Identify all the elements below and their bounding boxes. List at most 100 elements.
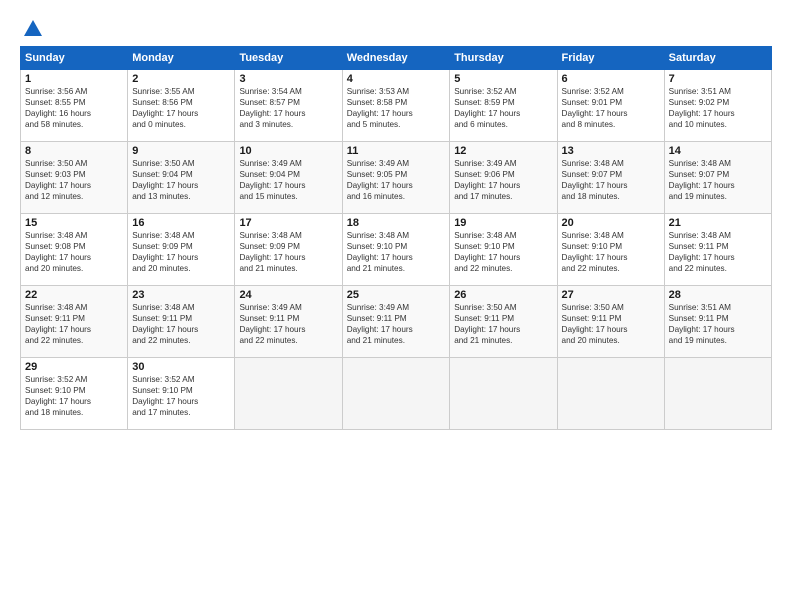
day-info: Sunrise: 3:50 AMSunset: 9:11 PMDaylight:…: [454, 302, 552, 346]
day-info: Sunrise: 3:52 AMSunset: 9:10 PMDaylight:…: [25, 374, 123, 418]
day-info: Sunrise: 3:52 AMSunset: 8:59 PMDaylight:…: [454, 86, 552, 130]
day-number: 13: [562, 145, 660, 157]
calendar-cell: 25Sunrise: 3:49 AMSunset: 9:11 PMDayligh…: [342, 286, 449, 358]
day-number: 10: [239, 145, 337, 157]
col-saturday: Saturday: [664, 47, 771, 70]
day-info: Sunrise: 3:53 AMSunset: 8:58 PMDaylight:…: [347, 86, 445, 130]
day-info: Sunrise: 3:48 AMSunset: 9:11 PMDaylight:…: [25, 302, 123, 346]
day-info: Sunrise: 3:55 AMSunset: 8:56 PMDaylight:…: [132, 86, 230, 130]
day-number: 9: [132, 145, 230, 157]
day-number: 15: [25, 217, 123, 229]
calendar-cell: 30Sunrise: 3:52 AMSunset: 9:10 PMDayligh…: [128, 358, 235, 430]
calendar-cell: 17Sunrise: 3:48 AMSunset: 9:09 PMDayligh…: [235, 214, 342, 286]
day-info: Sunrise: 3:48 AMSunset: 9:09 PMDaylight:…: [132, 230, 230, 274]
calendar-cell: [664, 358, 771, 430]
day-number: 8: [25, 145, 123, 157]
calendar-cell: 10Sunrise: 3:49 AMSunset: 9:04 PMDayligh…: [235, 142, 342, 214]
col-monday: Monday: [128, 47, 235, 70]
day-number: 6: [562, 73, 660, 85]
day-info: Sunrise: 3:48 AMSunset: 9:08 PMDaylight:…: [25, 230, 123, 274]
calendar-cell: [235, 358, 342, 430]
day-number: 22: [25, 289, 123, 301]
calendar-cell: 27Sunrise: 3:50 AMSunset: 9:11 PMDayligh…: [557, 286, 664, 358]
calendar-cell: 4Sunrise: 3:53 AMSunset: 8:58 PMDaylight…: [342, 70, 449, 142]
calendar-cell: 11Sunrise: 3:49 AMSunset: 9:05 PMDayligh…: [342, 142, 449, 214]
day-info: Sunrise: 3:50 AMSunset: 9:11 PMDaylight:…: [562, 302, 660, 346]
calendar-cell: 8Sunrise: 3:50 AMSunset: 9:03 PMDaylight…: [21, 142, 128, 214]
day-info: Sunrise: 3:49 AMSunset: 9:06 PMDaylight:…: [454, 158, 552, 202]
day-number: 14: [669, 145, 767, 157]
calendar-cell: [557, 358, 664, 430]
calendar-header-row: Sunday Monday Tuesday Wednesday Thursday…: [21, 47, 772, 70]
calendar-cell: 15Sunrise: 3:48 AMSunset: 9:08 PMDayligh…: [21, 214, 128, 286]
calendar-cell: 6Sunrise: 3:52 AMSunset: 9:01 PMDaylight…: [557, 70, 664, 142]
calendar-cell: 14Sunrise: 3:48 AMSunset: 9:07 PMDayligh…: [664, 142, 771, 214]
calendar-cell: 24Sunrise: 3:49 AMSunset: 9:11 PMDayligh…: [235, 286, 342, 358]
day-info: Sunrise: 3:54 AMSunset: 8:57 PMDaylight:…: [239, 86, 337, 130]
col-thursday: Thursday: [450, 47, 557, 70]
col-wednesday: Wednesday: [342, 47, 449, 70]
day-number: 29: [25, 361, 123, 373]
day-info: Sunrise: 3:51 AMSunset: 9:02 PMDaylight:…: [669, 86, 767, 130]
day-info: Sunrise: 3:51 AMSunset: 9:11 PMDaylight:…: [669, 302, 767, 346]
calendar-cell: 26Sunrise: 3:50 AMSunset: 9:11 PMDayligh…: [450, 286, 557, 358]
calendar-cell: 23Sunrise: 3:48 AMSunset: 9:11 PMDayligh…: [128, 286, 235, 358]
calendar-cell: 7Sunrise: 3:51 AMSunset: 9:02 PMDaylight…: [664, 70, 771, 142]
calendar-week-1: 1Sunrise: 3:56 AMSunset: 8:55 PMDaylight…: [21, 70, 772, 142]
calendar-cell: [450, 358, 557, 430]
calendar-cell: 16Sunrise: 3:48 AMSunset: 9:09 PMDayligh…: [128, 214, 235, 286]
day-info: Sunrise: 3:56 AMSunset: 8:55 PMDaylight:…: [25, 86, 123, 130]
calendar-cell: 9Sunrise: 3:50 AMSunset: 9:04 PMDaylight…: [128, 142, 235, 214]
calendar-week-4: 22Sunrise: 3:48 AMSunset: 9:11 PMDayligh…: [21, 286, 772, 358]
col-sunday: Sunday: [21, 47, 128, 70]
day-number: 17: [239, 217, 337, 229]
day-info: Sunrise: 3:48 AMSunset: 9:07 PMDaylight:…: [562, 158, 660, 202]
calendar-cell: 1Sunrise: 3:56 AMSunset: 8:55 PMDaylight…: [21, 70, 128, 142]
page: Sunday Monday Tuesday Wednesday Thursday…: [0, 0, 792, 612]
day-number: 28: [669, 289, 767, 301]
calendar-cell: [342, 358, 449, 430]
calendar-cell: 5Sunrise: 3:52 AMSunset: 8:59 PMDaylight…: [450, 70, 557, 142]
calendar-cell: 13Sunrise: 3:48 AMSunset: 9:07 PMDayligh…: [557, 142, 664, 214]
day-number: 3: [239, 73, 337, 85]
header: [20, 18, 772, 36]
calendar-cell: 3Sunrise: 3:54 AMSunset: 8:57 PMDaylight…: [235, 70, 342, 142]
day-number: 25: [347, 289, 445, 301]
day-number: 1: [25, 73, 123, 85]
day-info: Sunrise: 3:49 AMSunset: 9:11 PMDaylight:…: [239, 302, 337, 346]
col-friday: Friday: [557, 47, 664, 70]
calendar-cell: 28Sunrise: 3:51 AMSunset: 9:11 PMDayligh…: [664, 286, 771, 358]
day-number: 27: [562, 289, 660, 301]
calendar-cell: 22Sunrise: 3:48 AMSunset: 9:11 PMDayligh…: [21, 286, 128, 358]
day-info: Sunrise: 3:48 AMSunset: 9:10 PMDaylight:…: [454, 230, 552, 274]
calendar-cell: 18Sunrise: 3:48 AMSunset: 9:10 PMDayligh…: [342, 214, 449, 286]
day-number: 7: [669, 73, 767, 85]
day-number: 24: [239, 289, 337, 301]
day-info: Sunrise: 3:50 AMSunset: 9:04 PMDaylight:…: [132, 158, 230, 202]
day-number: 18: [347, 217, 445, 229]
day-info: Sunrise: 3:48 AMSunset: 9:10 PMDaylight:…: [562, 230, 660, 274]
day-number: 5: [454, 73, 552, 85]
day-number: 4: [347, 73, 445, 85]
day-number: 11: [347, 145, 445, 157]
calendar-cell: 2Sunrise: 3:55 AMSunset: 8:56 PMDaylight…: [128, 70, 235, 142]
logo-icon: [22, 18, 44, 40]
day-info: Sunrise: 3:48 AMSunset: 9:07 PMDaylight:…: [669, 158, 767, 202]
day-info: Sunrise: 3:49 AMSunset: 9:11 PMDaylight:…: [347, 302, 445, 346]
day-number: 23: [132, 289, 230, 301]
calendar-table: Sunday Monday Tuesday Wednesday Thursday…: [20, 46, 772, 430]
day-number: 30: [132, 361, 230, 373]
calendar-cell: 21Sunrise: 3:48 AMSunset: 9:11 PMDayligh…: [664, 214, 771, 286]
day-info: Sunrise: 3:48 AMSunset: 9:11 PMDaylight:…: [669, 230, 767, 274]
day-info: Sunrise: 3:50 AMSunset: 9:03 PMDaylight:…: [25, 158, 123, 202]
day-number: 20: [562, 217, 660, 229]
calendar-cell: 12Sunrise: 3:49 AMSunset: 9:06 PMDayligh…: [450, 142, 557, 214]
day-info: Sunrise: 3:48 AMSunset: 9:09 PMDaylight:…: [239, 230, 337, 274]
logo: [20, 18, 44, 36]
calendar-cell: 19Sunrise: 3:48 AMSunset: 9:10 PMDayligh…: [450, 214, 557, 286]
calendar-week-5: 29Sunrise: 3:52 AMSunset: 9:10 PMDayligh…: [21, 358, 772, 430]
day-info: Sunrise: 3:48 AMSunset: 9:11 PMDaylight:…: [132, 302, 230, 346]
day-info: Sunrise: 3:52 AMSunset: 9:01 PMDaylight:…: [562, 86, 660, 130]
day-info: Sunrise: 3:52 AMSunset: 9:10 PMDaylight:…: [132, 374, 230, 418]
day-number: 19: [454, 217, 552, 229]
